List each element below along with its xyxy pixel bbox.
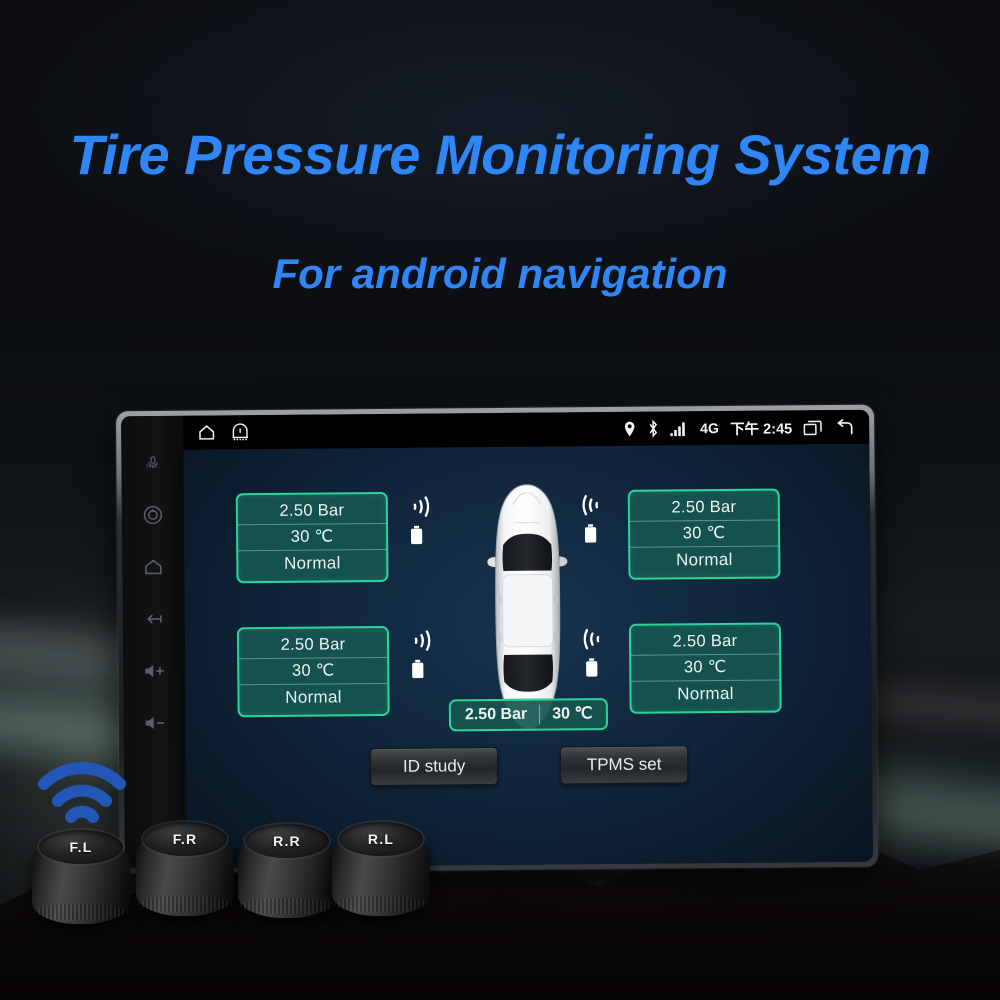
location-pin-icon — [623, 420, 636, 437]
cap-ridge — [334, 896, 428, 912]
battery-icon — [410, 525, 423, 545]
tire-card-rear-left[interactable]: 2.50 Bar 30 ℃ Normal — [236, 625, 390, 718]
tire-card-rear-right[interactable]: 2.50 Bar 30 ℃ Normal — [628, 622, 782, 714]
head-unit-inner: MIC 4G 下午 2:45 2.50 Bar 30 ℃ Normal 2.50… — [121, 409, 873, 869]
tire-pressure-value: 2.50 Bar — [629, 494, 778, 522]
home-hw-button[interactable] — [140, 554, 166, 580]
spare-temperature-value: 30 ℃ — [552, 705, 593, 723]
tire-pressure-value: 2.50 Bar — [237, 497, 386, 526]
wifi-icon — [38, 761, 126, 823]
tire-pressure-value: 2.50 Bar — [630, 628, 780, 656]
tire-card-front-right[interactable]: 2.50 Bar 30 ℃ Normal — [627, 488, 781, 580]
cap-ridge — [138, 896, 232, 912]
tire-temperature-value: 30 ℃ — [629, 520, 779, 548]
touch-screen: 4G 下午 2:45 2.50 Bar 30 ℃ Normal 2.50 Bar… — [183, 409, 873, 868]
page-title: Tire Pressure Monitoring System — [69, 123, 931, 186]
sensor-cap-label: R.L — [367, 831, 395, 847]
status-bar-left-group — [197, 423, 250, 441]
sensor-indicator-rear-right — [581, 626, 611, 677]
back-arrow-icon[interactable] — [835, 418, 855, 435]
android-status-bar: 4G 下午 2:45 — [183, 409, 870, 450]
cap-top-face: F.R — [143, 822, 227, 856]
sensor-indicator-rear-left — [407, 628, 437, 679]
sensor-cap-front-left: F.L — [32, 826, 130, 926]
tpms-app: 2.50 Bar 30 ℃ Normal 2.50 Bar 30 ℃ Norma… — [183, 444, 873, 868]
power-button[interactable] — [140, 502, 166, 528]
battery-icon — [586, 658, 598, 677]
signal-wave-icon — [414, 630, 431, 651]
sensor-indicator-front-right — [580, 492, 610, 543]
car-top-view-illustration — [487, 484, 568, 730]
home-icon[interactable] — [197, 423, 216, 441]
signal-wave-icon — [583, 629, 600, 650]
tpms-sensor-caps: F.L F.R R.R R.L — [22, 818, 442, 930]
tire-status-value: Normal — [675, 549, 733, 570]
cap-top-face: R.R — [245, 824, 329, 858]
tire-temperature-value: 30 ℃ — [237, 523, 387, 552]
mic-button-label: MIC — [146, 463, 159, 471]
spare-pressure-value: 2.50 Bar — [464, 705, 528, 724]
cap-top-face: F.L — [39, 830, 123, 864]
sensor-cap-rear-left: R.L — [332, 818, 430, 918]
bluetooth-icon — [647, 419, 659, 438]
battery-icon — [412, 659, 424, 679]
hardware-button-strip: MIC — [121, 415, 187, 869]
tire-temperature-value: 30 ℃ — [631, 654, 780, 682]
sensor-cap-front-right: F.R — [136, 818, 234, 918]
app-button-row: ID study TPMS set — [186, 744, 872, 788]
volume-up-button[interactable] — [141, 658, 167, 684]
tpms-set-button[interactable]: TPMS set — [559, 745, 689, 785]
network-type-label: 4G — [699, 420, 720, 437]
cap-ridge — [34, 904, 128, 920]
recent-apps-icon[interactable] — [803, 419, 824, 436]
tire-card-front-left[interactable]: 2.50 Bar 30 ℃ Normal — [235, 491, 389, 584]
mic-button[interactable]: MIC — [139, 450, 165, 476]
sensor-cap-label: F.R — [172, 831, 198, 847]
cap-ridge — [240, 898, 334, 914]
volume-down-button[interactable] — [142, 710, 168, 736]
sensor-cap-rear-right: R.R — [238, 820, 336, 920]
tpms-warning-icon[interactable] — [230, 423, 250, 441]
tire-status-value: Normal — [677, 683, 734, 704]
tire-pressure-value: 2.50 Bar — [238, 631, 388, 660]
clock-label: 下午 2:45 — [730, 420, 793, 438]
signal-wave-icon — [413, 496, 430, 517]
spare-tire-readout[interactable]: 2.50 Bar 30 ℃ — [448, 698, 609, 732]
back-hw-button[interactable] — [141, 606, 167, 632]
sensor-cap-label: F.L — [69, 839, 93, 855]
id-study-button[interactable]: ID study — [369, 746, 499, 787]
cellular-signal-icon — [670, 421, 689, 436]
tire-status-value: Normal — [285, 687, 342, 707]
sensor-cap-label: R.R — [273, 833, 301, 849]
promo-poster: Tire Pressure Monitoring System For andr… — [0, 0, 1000, 1000]
tire-status-value: Normal — [283, 553, 341, 573]
cap-top-face: R.L — [339, 822, 423, 856]
signal-wave-icon — [582, 495, 599, 516]
android-head-unit: MIC 4G 下午 2:45 2.50 Bar 30 ℃ Normal 2.50… — [115, 404, 879, 874]
tire-temperature-value: 30 ℃ — [239, 657, 388, 686]
battery-icon — [584, 524, 597, 543]
page-subtitle: For android navigation — [272, 250, 728, 297]
status-bar-right-group: 4G 下午 2:45 — [623, 416, 855, 439]
sensor-indicator-front-left — [406, 494, 436, 545]
